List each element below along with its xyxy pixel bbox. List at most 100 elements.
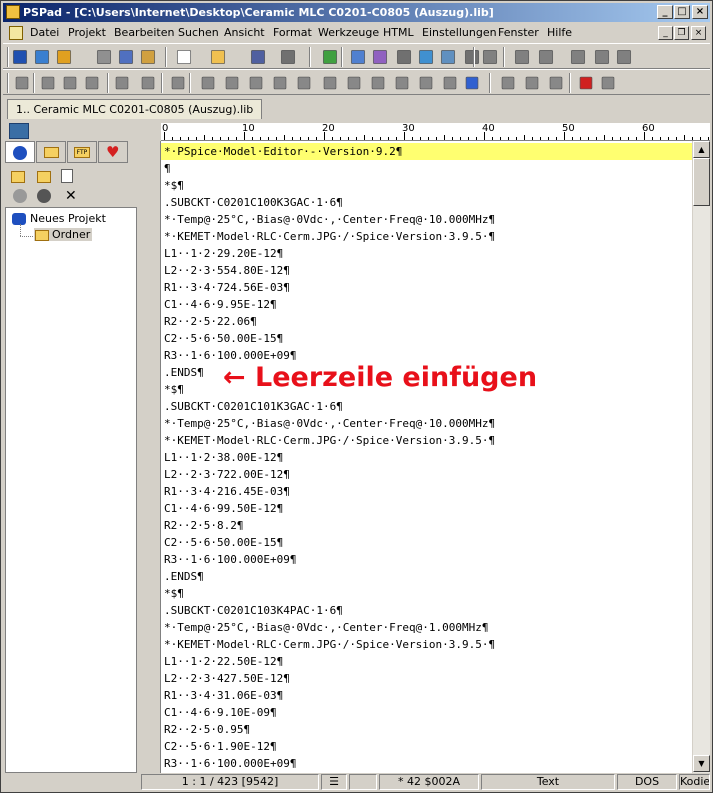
code-line[interactable]: *·Temp@·25°C,·Bias@·0Vdc·,·Center·Freq@·… <box>164 211 692 228</box>
status-ins[interactable] <box>349 774 377 790</box>
tag-icon[interactable] <box>323 76 337 90</box>
menu-hilfe[interactable]: Hilfe <box>547 26 572 39</box>
new-project-icon[interactable] <box>56 49 72 65</box>
code-line[interactable]: L1··1·2·29.20E-12¶ <box>164 245 692 262</box>
redo-icon[interactable] <box>514 49 530 65</box>
open-project-icon[interactable] <box>34 49 50 65</box>
close-icon[interactable] <box>96 49 112 65</box>
circle-icon[interactable] <box>371 76 385 90</box>
menu-bearbeiten[interactable]: Bearbeiten <box>114 26 174 39</box>
code-line[interactable]: *·KEMET·Model·RLC·Cerm.JPG·/·Spice·Versi… <box>164 228 692 245</box>
code-line[interactable]: *·KEMET·Model·RLC·Cerm.JPG·/·Spice·Versi… <box>164 636 692 653</box>
doc-menu-icon[interactable] <box>9 26 23 40</box>
open-file-icon[interactable] <box>210 49 226 65</box>
code-line[interactable]: C2··5·6·1.90E-12¶ <box>164 738 692 755</box>
code-line[interactable]: R1··3·4·31.06E-03¶ <box>164 687 692 704</box>
code-line[interactable]: R2··2·5·8.2¶ <box>164 517 692 534</box>
goto-icon[interactable] <box>418 49 434 65</box>
menu-html[interactable]: HTML <box>383 26 414 39</box>
add-file-icon[interactable] <box>61 169 73 183</box>
delete-folder-icon[interactable] <box>37 171 51 183</box>
new-file-icon[interactable] <box>176 49 192 65</box>
code-line[interactable]: L1··1·2·22.50E-12¶ <box>164 653 692 670</box>
picture-icon[interactable] <box>443 76 457 90</box>
code-line[interactable]: ¶ <box>164 160 692 177</box>
hex-icon[interactable] <box>225 76 239 90</box>
menu-suchen[interactable]: Suchen <box>178 26 219 39</box>
status-list-icon[interactable]: ☰ <box>321 774 347 790</box>
code-line[interactable]: .SUBCKT·C0201C100K3GAC·1·6¶ <box>164 194 692 211</box>
block-icon[interactable] <box>501 76 515 90</box>
print-icon[interactable] <box>464 49 480 65</box>
indent-icon[interactable] <box>201 76 215 90</box>
scroll-thumb[interactable] <box>693 158 710 206</box>
tag2-icon[interactable] <box>347 76 361 90</box>
code-line[interactable]: C2··5·6·50.00E-15¶ <box>164 330 692 347</box>
menu-format[interactable]: Format <box>273 26 312 39</box>
code-line[interactable]: R1··3·4·724.56E-03¶ <box>164 279 692 296</box>
bookmark-icon[interactable] <box>171 76 185 90</box>
scroll-up-button[interactable]: ▲ <box>693 141 710 158</box>
tree-item-project[interactable]: Neues Projekt <box>12 212 106 225</box>
template-icon[interactable] <box>419 76 433 90</box>
record-macro-icon[interactable] <box>579 76 593 90</box>
pilcrow-icon[interactable] <box>41 76 55 90</box>
new-folder-icon[interactable] <box>11 171 25 183</box>
mdi-close-button[interactable]: × <box>691 26 706 40</box>
code-line[interactable]: .SUBCKT·C0201C103K4PAC·1·6¶ <box>164 602 692 619</box>
code-line[interactable]: *·Temp@·25°C,·Bias@·0Vdc·,·Center·Freq@·… <box>164 415 692 432</box>
code-line[interactable]: C1··4·6·9.95E-12¶ <box>164 296 692 313</box>
menu-werkzeuge[interactable]: Werkzeuge <box>318 26 379 39</box>
code-line[interactable]: L2··2·3·554.80E-12¶ <box>164 262 692 279</box>
record-icon[interactable] <box>37 189 51 203</box>
menu-projekt[interactable]: Projekt <box>68 26 106 39</box>
lock-icon[interactable] <box>115 76 129 90</box>
code-line[interactable]: L2··2·3·427.50E-12¶ <box>164 670 692 687</box>
replace-icon[interactable] <box>372 49 388 65</box>
vertical-scrollbar[interactable]: ▲ ▼ <box>692 141 710 773</box>
code-line[interactable]: C1··4·6·99.50E-12¶ <box>164 500 692 517</box>
scroll-down-button[interactable]: ▼ <box>693 755 710 772</box>
code-line[interactable]: *·KEMET·Model·RLC·Cerm.JPG·/·Spice·Versi… <box>164 432 692 449</box>
tab-project[interactable] <box>5 141 35 163</box>
code-line[interactable]: *·PSpice·Model·Editor·-·Version·9.2¶ <box>161 143 692 160</box>
code-line[interactable]: L1··1·2·38.00E-12¶ <box>164 449 692 466</box>
word-wrap-icon[interactable] <box>15 76 29 90</box>
code-line[interactable]: R2··2·5·0.95¶ <box>164 721 692 738</box>
undo-icon[interactable] <box>482 49 498 65</box>
save-as-icon[interactable] <box>280 49 296 65</box>
menu-fenster[interactable]: Fenster <box>498 26 539 39</box>
code-line[interactable]: .ENDS¶ <box>164 568 692 585</box>
code-line[interactable]: *·Temp@·25°C,·Bias@·0Vdc·,·Center·Freq@·… <box>164 619 692 636</box>
html-icon[interactable] <box>297 76 311 90</box>
page-icon[interactable] <box>525 76 539 90</box>
glasses-icon[interactable] <box>601 76 615 90</box>
code-editor[interactable]: *·PSpice·Model·Editor·-·Version·9.2¶ ¶ *$¶… <box>161 141 692 773</box>
menu-datei[interactable]: Datei <box>30 26 59 39</box>
tab-favorites[interactable]: ♥ <box>98 141 128 163</box>
frame-icon[interactable] <box>395 76 409 90</box>
color-icon[interactable] <box>249 76 263 90</box>
grid-icon[interactable] <box>273 76 287 90</box>
tab-ftp[interactable]: FTP <box>67 141 97 163</box>
code-line[interactable]: L2··2·3·722.00E-12¶ <box>164 466 692 483</box>
save-icon[interactable] <box>250 49 266 65</box>
copy-icon[interactable] <box>570 49 586 65</box>
code-line[interactable]: .SUBCKT·C0201C101K3GAC·1·6¶ <box>164 398 692 415</box>
code-line[interactable]: C1··4·6·9.10E-09¶ <box>164 704 692 721</box>
cut-icon[interactable] <box>538 49 554 65</box>
close-button[interactable]: × <box>692 5 708 19</box>
log-icon[interactable] <box>118 49 134 65</box>
menu-einstellungen[interactable]: Einstellungen <box>422 26 497 39</box>
disk-icon[interactable] <box>13 189 27 203</box>
tree-icon[interactable] <box>322 49 338 65</box>
tree-item-folder[interactable]: Ordner <box>34 228 93 241</box>
tab-document[interactable]: 1.. Ceramic MLC C0201-C0805 (Auszug).lib <box>7 99 263 119</box>
text-icon[interactable] <box>63 76 77 90</box>
find-icon[interactable] <box>350 49 366 65</box>
mdi-minimize-button[interactable]: _ <box>658 26 673 40</box>
code-line[interactable]: C2··5·6·50.00E-15¶ <box>164 534 692 551</box>
print-preview-icon[interactable] <box>440 49 456 65</box>
tools-icon[interactable]: ✕ <box>65 189 77 203</box>
code-line[interactable]: R3··1·6·100.000E+09¶ <box>164 551 692 568</box>
